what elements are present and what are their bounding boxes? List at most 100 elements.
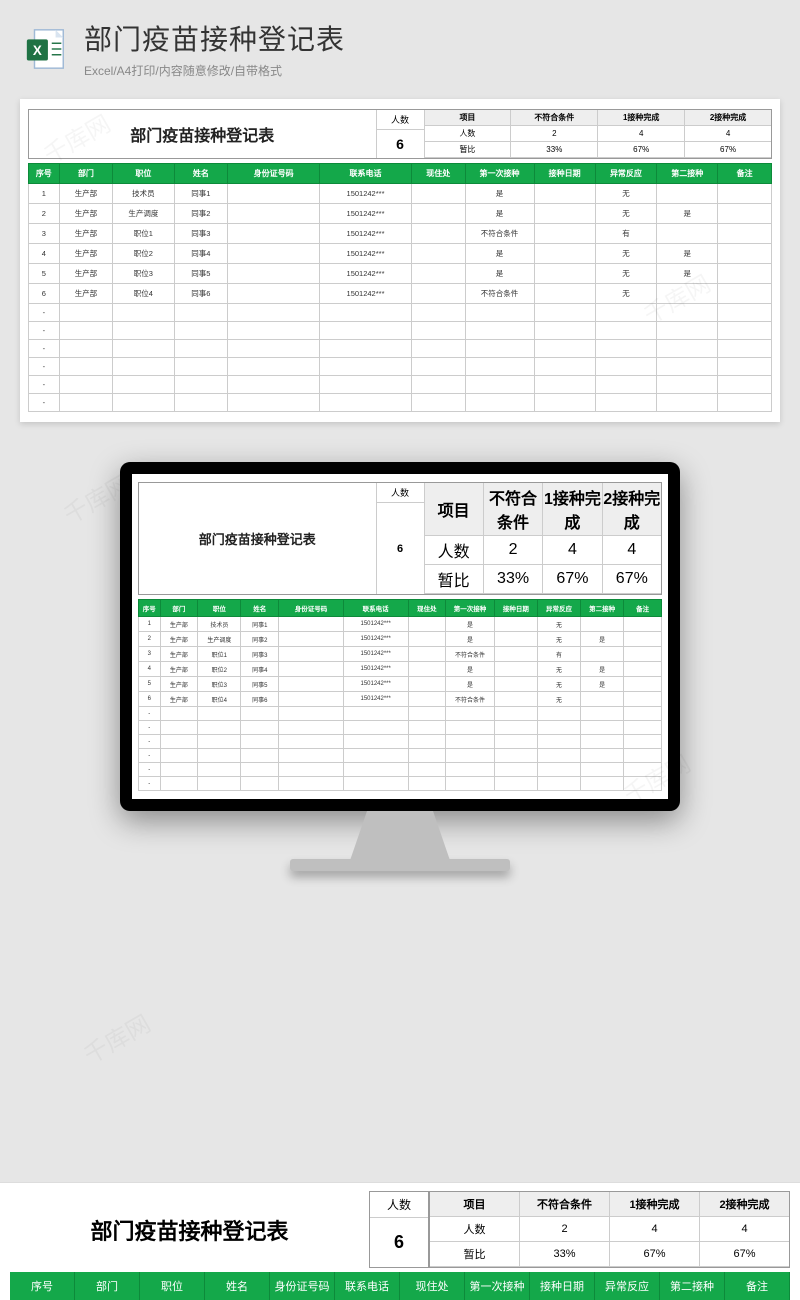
cell-dept: 生产部 [59,184,113,204]
cell-phone: 1501242*** [320,204,412,224]
stat-header: 项目 [430,1192,520,1217]
cell-date [494,692,537,707]
stat-value: 2 [511,126,598,142]
column-header: 序号 [10,1272,75,1300]
cell-note [718,244,772,264]
stat-label: 人数 [430,1217,520,1242]
cell-dept: 生产部 [160,677,198,692]
cell-note [718,264,772,284]
cell-note [624,662,662,677]
stat-header: 不符合条件 [484,483,543,536]
cell-addr [408,692,446,707]
cell-id [228,204,320,224]
stat-people-label: 人数 [377,110,424,130]
cell-v2: 是 [657,244,718,264]
stat-header: 不符合条件 [520,1192,610,1217]
table-row-empty: - [29,376,772,394]
cell-note [624,677,662,692]
stat-header: 1接种完成 [598,110,685,126]
cell-id [279,617,344,632]
table-row-empty: - [29,340,772,358]
table-row-empty: - [139,777,662,791]
cell-dept: 生产部 [160,632,198,647]
column-header: 备注 [718,164,772,184]
stat-value: 67% [603,565,661,594]
cell-name: 同事2 [241,632,279,647]
stat-header: 不符合条件 [511,110,598,126]
cell-name: 同事4 [174,244,228,264]
cell-pos: 职位3 [113,264,174,284]
column-header: 第一次接种 [465,164,534,184]
cell-react: 有 [595,224,656,244]
column-header: 部门 [59,164,113,184]
cell-seq: - [139,749,161,763]
column-header: 职位 [140,1272,205,1300]
table-row: 4 生产部 职位2 同事4 1501242*** 是 无 是 [29,244,772,264]
cell-seq: 4 [139,662,161,677]
cell-pos: 职位1 [198,647,241,662]
table-row: 5 生产部 职位3 同事5 1501242*** 是 无 是 [139,677,662,692]
column-header: 接种日期 [530,1272,595,1300]
table-row: 4 生产部 职位2 同事4 1501242*** 是 无 是 [139,662,662,677]
table-row: 5 生产部 职位3 同事5 1501242*** 是 无 是 [29,264,772,284]
cell-phone: 1501242*** [320,224,412,244]
cell-name: 同事3 [174,224,228,244]
cell-note [624,617,662,632]
page-subtitle: Excel/A4打印/内容随意修改/自带格式 [84,62,778,79]
column-header: 异常反应 [595,164,656,184]
stat-header: 2接种完成 [700,1192,789,1217]
stat-value: 67% [610,1242,700,1267]
cell-note [718,284,772,304]
column-header: 身份证号码 [279,600,344,617]
table-row-empty: - [29,394,772,412]
cell-v2: 是 [581,632,624,647]
cell-dept: 生产部 [59,224,113,244]
cell-name: 同事2 [174,204,228,224]
cell-pos: 职位4 [113,284,174,304]
cell-dept: 生产部 [59,264,113,284]
column-header: 备注 [725,1272,790,1300]
cell-v2: 是 [657,204,718,224]
column-header: 接种日期 [494,600,537,617]
stat-value: 4 [610,1217,700,1242]
cell-phone: 1501242*** [343,617,408,632]
svg-text:X: X [33,42,42,57]
stat-value: 4 [685,126,771,142]
cell-dept: 生产部 [160,662,198,677]
cell-pos: 生产调度 [198,632,241,647]
cell-id [279,677,344,692]
stat-header: 项目 [425,110,512,126]
column-header: 第二接种 [657,164,718,184]
column-header: 联系电话 [320,164,412,184]
cell-name: 同事1 [174,184,228,204]
cell-phone: 1501242*** [320,244,412,264]
stat-value: 4 [700,1217,789,1242]
cell-v1: 是 [446,632,495,647]
cell-react: 有 [537,647,580,662]
table-row-empty: - [139,707,662,721]
cell-pos: 职位2 [113,244,174,264]
cell-addr [408,662,446,677]
table-row-empty: - [29,322,772,340]
excel-file-icon: X [22,26,70,72]
cell-note [624,692,662,707]
cell-seq: 2 [29,204,60,224]
column-header: 第一次接种 [465,1272,530,1300]
cell-react: 无 [595,184,656,204]
column-header: 部门 [160,600,198,617]
stat-people-label: 人数 [370,1192,428,1218]
cell-seq: - [139,721,161,735]
cell-v2 [657,224,718,244]
cell-pos: 技术员 [113,184,174,204]
stat-people-value: 6 [370,1218,428,1267]
cell-react: 无 [595,264,656,284]
cell-seq: - [139,707,161,721]
cell-seq: - [29,376,60,394]
cell-react: 无 [537,662,580,677]
stat-value: 33% [520,1242,610,1267]
page-header: X 部门疫苗接种登记表 Excel/A4打印/内容随意修改/自带格式 [0,0,800,85]
table-row: 2 生产部 生产调度 同事2 1501242*** 是 无 是 [139,632,662,647]
column-header: 姓名 [174,164,228,184]
cell-v1: 不符合条件 [465,284,534,304]
stat-value: 4 [543,536,602,565]
